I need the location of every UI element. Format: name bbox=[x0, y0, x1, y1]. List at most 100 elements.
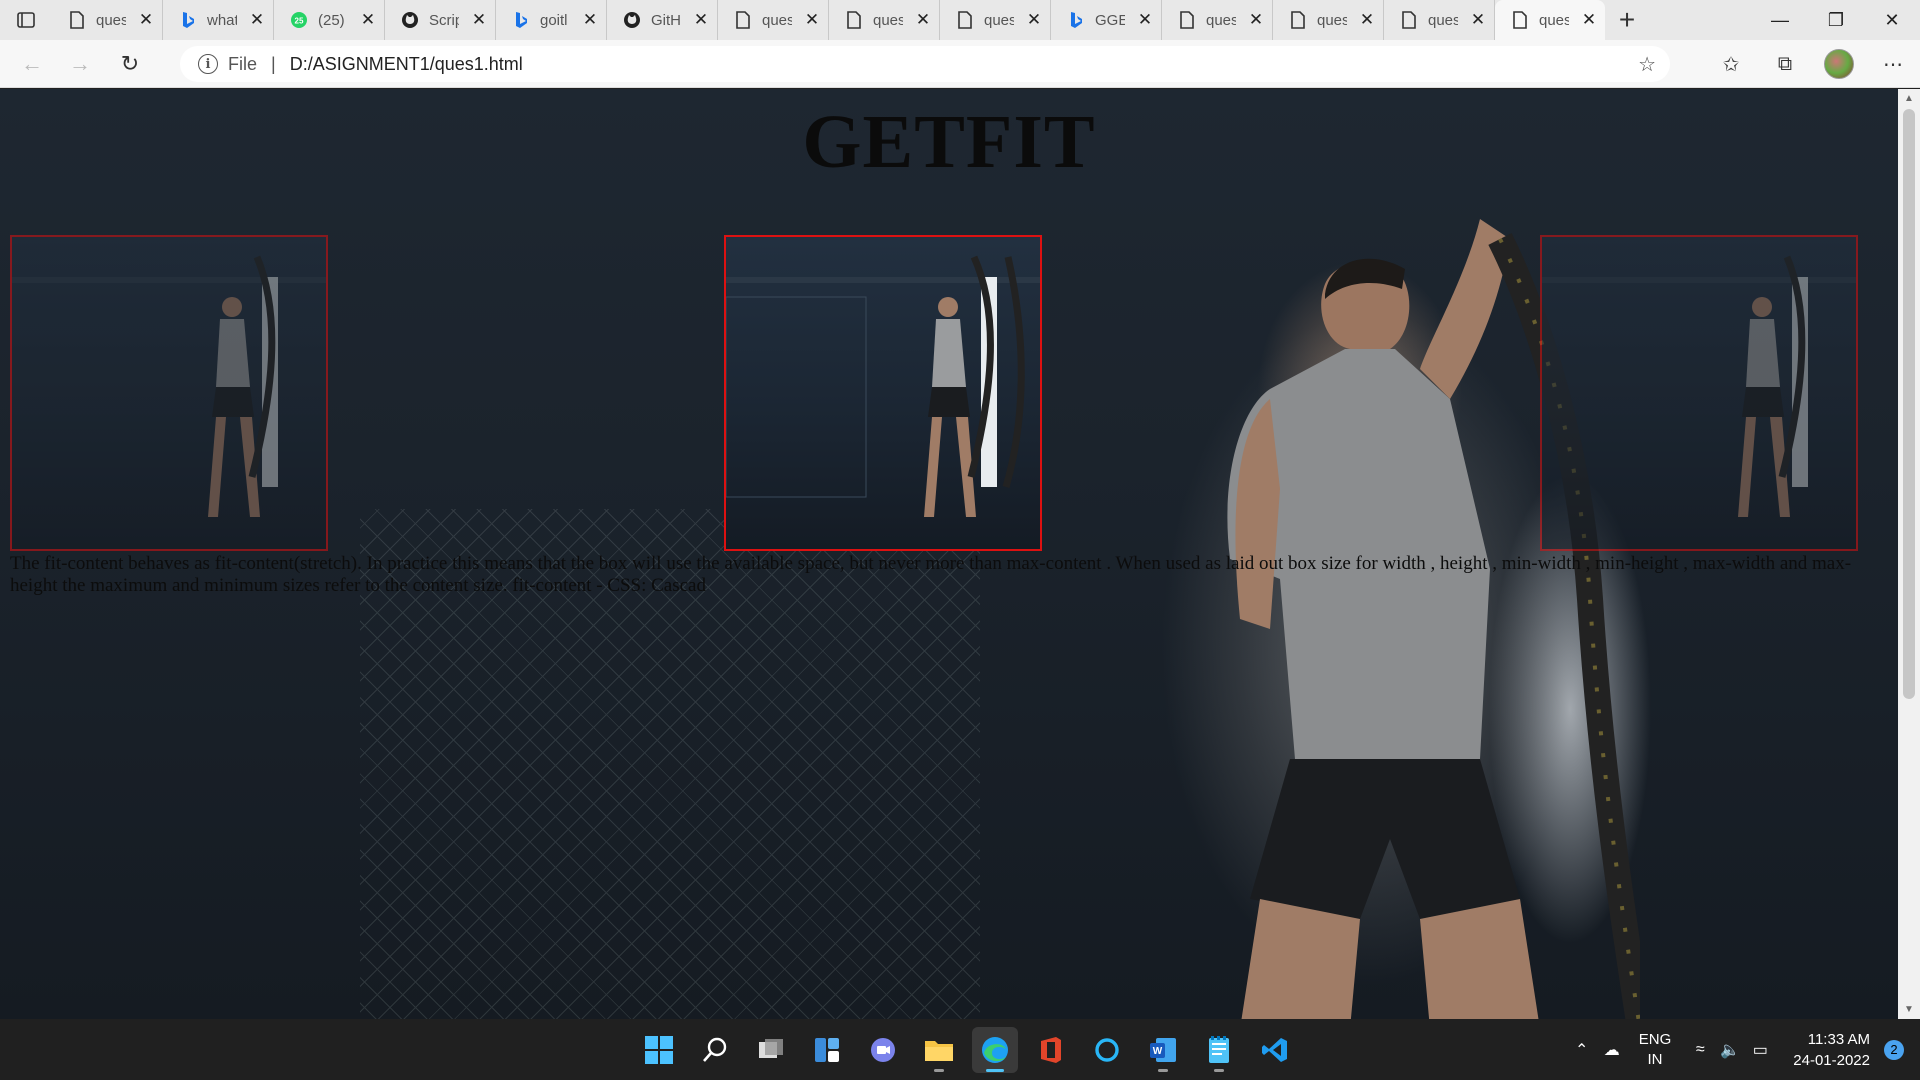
tab-label: Scrip bbox=[429, 11, 459, 29]
tab-label: ques bbox=[984, 11, 1014, 29]
tab-label: ques bbox=[1206, 11, 1236, 29]
vscode-icon[interactable] bbox=[1252, 1027, 1298, 1073]
tab-label: ques bbox=[96, 11, 126, 29]
browser-tab[interactable]: 25 (25) ✕ bbox=[274, 0, 385, 40]
onedrive-icon[interactable]: ☁ bbox=[1597, 1040, 1627, 1060]
close-tab-icon[interactable]: ✕ bbox=[1135, 10, 1155, 30]
browser-tab[interactable]: ques ✕ bbox=[1384, 0, 1495, 40]
page-scrollbar[interactable]: ▲ ▼ bbox=[1898, 89, 1920, 1019]
notepad-icon[interactable] bbox=[1196, 1027, 1242, 1073]
clock[interactable]: 11:33 AM 24-01-2022 bbox=[1793, 1029, 1870, 1071]
tab-actions-button[interactable] bbox=[0, 0, 52, 40]
scroll-thumb[interactable] bbox=[1903, 109, 1915, 699]
widgets-icon[interactable] bbox=[804, 1027, 850, 1073]
browser-tab[interactable]: ques ✕ bbox=[1162, 0, 1273, 40]
athlete-photo-left bbox=[10, 235, 328, 551]
teams-chat-icon[interactable] bbox=[860, 1027, 906, 1073]
collections-icon[interactable]: ⧉ bbox=[1758, 40, 1812, 88]
close-tab-icon[interactable]: ✕ bbox=[691, 10, 711, 30]
close-tab-icon[interactable]: ✕ bbox=[136, 10, 156, 30]
forward-button[interactable]: → bbox=[56, 40, 104, 88]
close-tab-icon[interactable]: ✕ bbox=[358, 10, 378, 30]
whatsapp-icon: 25 bbox=[290, 11, 308, 29]
browser-tab[interactable]: ques ✕ bbox=[1273, 0, 1384, 40]
close-tab-icon[interactable]: ✕ bbox=[580, 10, 600, 30]
page-icon bbox=[1511, 11, 1529, 29]
avatar bbox=[1824, 49, 1854, 79]
browser-toolbar: ← → ↻ i File | D:/ASIGNMENT1/ques1.html … bbox=[0, 40, 1920, 88]
tab-label: ques bbox=[762, 11, 792, 29]
info-icon[interactable]: i bbox=[198, 54, 218, 74]
browser-tab[interactable]: ques ✕ bbox=[718, 0, 829, 40]
svg-text:W: W bbox=[1153, 1046, 1163, 1057]
running-indicator bbox=[934, 1069, 944, 1072]
browser-tab[interactable]: Scrip ✕ bbox=[385, 0, 496, 40]
page-title: GETFIT bbox=[802, 100, 1096, 184]
page-icon bbox=[1178, 11, 1196, 29]
tab-label: (25) bbox=[318, 11, 345, 29]
browser-tab[interactable]: ques ✕ bbox=[52, 0, 163, 40]
task-view-icon[interactable] bbox=[748, 1027, 794, 1073]
new-tab-button[interactable]: + bbox=[1605, 0, 1649, 40]
photo-content bbox=[726, 255, 1040, 517]
wifi-icon[interactable]: ≈ bbox=[1685, 1041, 1715, 1059]
reload-button[interactable]: ↻ bbox=[106, 40, 154, 88]
tab-label: GGE bbox=[1095, 11, 1125, 29]
scroll-down-icon[interactable]: ▼ bbox=[1904, 1004, 1914, 1015]
show-hidden-icons-icon[interactable]: ⌃ bbox=[1567, 1040, 1597, 1060]
word-icon[interactable]: W bbox=[1140, 1027, 1186, 1073]
tab-label: goitl bbox=[540, 11, 568, 29]
browser-tab[interactable]: ques ✕ bbox=[829, 0, 940, 40]
close-tab-icon[interactable]: ✕ bbox=[247, 10, 267, 30]
notification-badge[interactable]: 2 bbox=[1884, 1039, 1904, 1060]
browser-tab[interactable]: ques ✕ bbox=[1495, 0, 1605, 40]
toolbar-right: ✩ ⧉ ⋯ bbox=[1704, 40, 1920, 88]
battery-icon[interactable]: ▭ bbox=[1745, 1040, 1775, 1060]
browser-tab[interactable]: GitH ✕ bbox=[607, 0, 718, 40]
page-icon bbox=[845, 11, 863, 29]
running-indicator bbox=[1158, 1069, 1168, 1072]
bing-icon bbox=[512, 11, 530, 29]
office-icon[interactable] bbox=[1028, 1027, 1074, 1073]
photo-content bbox=[12, 255, 326, 517]
minimize-button[interactable]: — bbox=[1752, 0, 1808, 40]
windows-start-icon[interactable] bbox=[636, 1027, 682, 1073]
bing-icon bbox=[1067, 11, 1085, 29]
favorites-icon[interactable]: ✩ bbox=[1704, 40, 1758, 88]
page-icon bbox=[1289, 11, 1307, 29]
close-window-button[interactable]: ✕ bbox=[1864, 0, 1920, 40]
system-tray: ⌃ ☁ ENG IN ≈ 🔈 ▭ 11:33 AM 24-01-2022 2 bbox=[1567, 1019, 1920, 1080]
page-icon bbox=[1400, 11, 1418, 29]
close-tab-icon[interactable]: ✕ bbox=[1024, 10, 1044, 30]
address-bar[interactable]: i File | D:/ASIGNMENT1/ques1.html ☆ bbox=[180, 46, 1670, 82]
language-indicator[interactable]: ENG IN bbox=[1639, 1030, 1672, 1070]
edge-icon[interactable] bbox=[972, 1027, 1018, 1073]
browser-tab[interactable]: goitl ✕ bbox=[496, 0, 607, 40]
close-tab-icon[interactable]: ✕ bbox=[1357, 10, 1377, 30]
taskbar: W ⌃ ☁ ENG IN ≈ 🔈 ▭ 11:33 AM 24-01-2022 2 bbox=[0, 1019, 1920, 1080]
scroll-up-icon[interactable]: ▲ bbox=[1904, 93, 1914, 104]
browser-tab[interactable]: what ✕ bbox=[163, 0, 274, 40]
search-icon[interactable] bbox=[692, 1027, 738, 1073]
close-tab-icon[interactable]: ✕ bbox=[469, 10, 489, 30]
volume-icon[interactable]: 🔈 bbox=[1715, 1040, 1745, 1060]
close-tab-icon[interactable]: ✕ bbox=[802, 10, 822, 30]
browser-tab[interactable]: ques ✕ bbox=[940, 0, 1051, 40]
athlete-photo-right bbox=[1540, 235, 1858, 551]
profile-button[interactable] bbox=[1812, 40, 1866, 88]
url-text[interactable]: D:/ASIGNMENT1/ques1.html bbox=[290, 54, 523, 75]
restore-button[interactable]: ❐ bbox=[1808, 0, 1864, 40]
back-button[interactable]: ← bbox=[8, 40, 56, 88]
clock-date: 24-01-2022 bbox=[1793, 1051, 1870, 1069]
close-tab-icon[interactable]: ✕ bbox=[913, 10, 933, 30]
file-explorer-icon[interactable] bbox=[916, 1027, 962, 1073]
cortana-icon[interactable] bbox=[1084, 1027, 1130, 1073]
browser-tab[interactable]: GGE ✕ bbox=[1051, 0, 1162, 40]
close-tab-icon[interactable]: ✕ bbox=[1579, 10, 1599, 30]
page-viewport: GETFIT The fit-content behaves as fit-co… bbox=[0, 89, 1898, 1019]
close-tab-icon[interactable]: ✕ bbox=[1468, 10, 1488, 30]
more-options-icon[interactable]: ⋯ bbox=[1866, 40, 1920, 88]
close-tab-icon[interactable]: ✕ bbox=[1246, 10, 1266, 30]
add-favorite-icon[interactable]: ☆ bbox=[1638, 52, 1656, 77]
page-icon bbox=[68, 11, 86, 29]
